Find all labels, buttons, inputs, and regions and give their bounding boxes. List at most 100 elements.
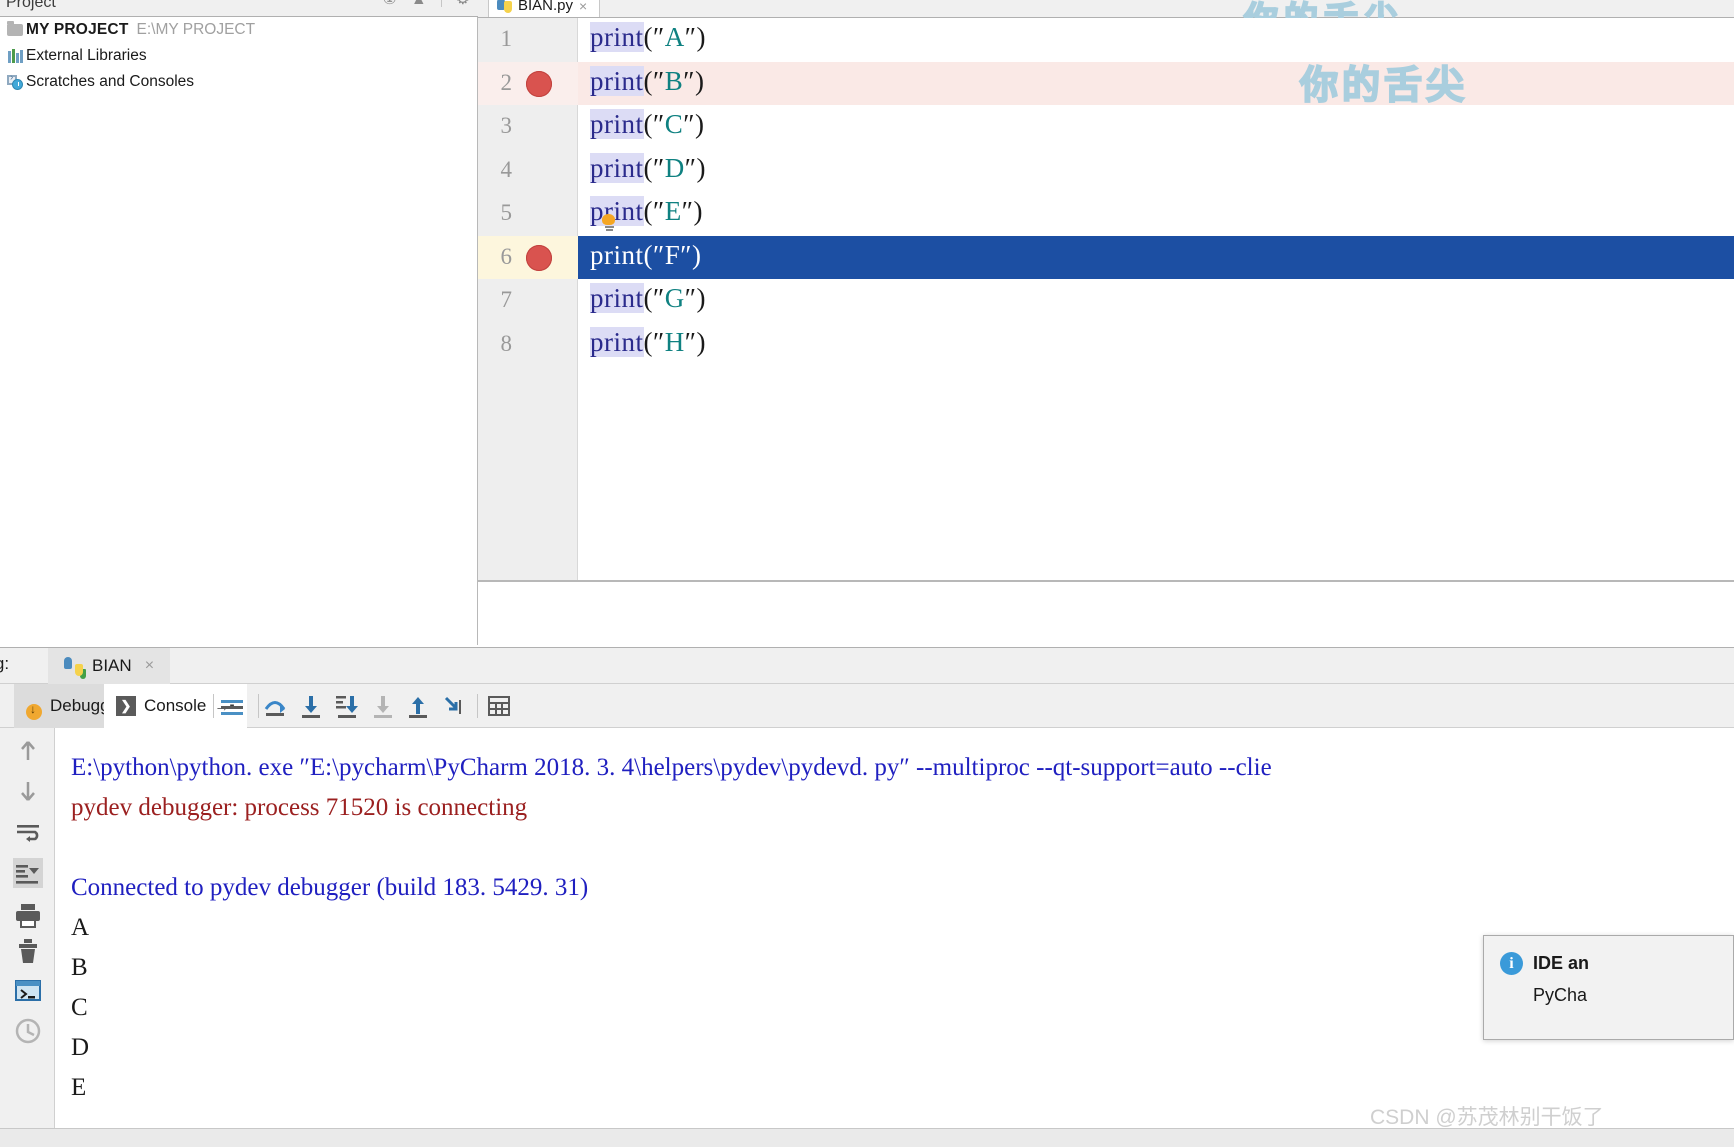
- string-literal: H: [664, 326, 685, 357]
- tree-item-my-project[interactable]: MY PROJECT E:\MY PROJECT: [0, 17, 478, 43]
- soft-wrap-icon[interactable]: [218, 692, 246, 720]
- notification-popup[interactable]: i IDE an PyCha: [1483, 935, 1734, 1040]
- console-icon: ❯: [116, 696, 136, 716]
- code-line[interactable]: 8 print(″H″): [478, 323, 1734, 367]
- line-code: print(″A″): [590, 22, 706, 53]
- force-step-into-icon[interactable]: [369, 692, 397, 720]
- tab-console-label: Console: [144, 696, 207, 715]
- paren-open: (″: [643, 65, 665, 96]
- code-line[interactable]: 3 print(″C″): [478, 105, 1734, 149]
- project-header-icon-group: ① ▲ ⚙: [382, 0, 470, 8]
- terminal-icon[interactable]: [13, 976, 43, 1006]
- lightbulb-icon[interactable]: [602, 214, 616, 231]
- csdn-watermark: CSDN @苏茂林别干饭了: [1370, 1106, 1604, 1129]
- scroll-down-icon[interactable]: [13, 776, 43, 806]
- breakpoint-icon[interactable]: [526, 70, 552, 97]
- close-icon[interactable]: ×: [145, 657, 154, 675]
- breakpoint-icon[interactable]: [526, 244, 552, 271]
- history-icon[interactable]: [13, 1016, 43, 1046]
- line-code: print(″B″): [590, 65, 705, 97]
- paren-close: ″): [684, 22, 706, 52]
- print-icon[interactable]: [13, 900, 43, 930]
- step-over-icon[interactable]: [261, 692, 289, 720]
- tree-item-scratches-and-consoles[interactable]: Scratches and Consoles: [0, 69, 478, 95]
- tree-item-label: MY PROJECT: [26, 21, 129, 38]
- console-line: D: [71, 1034, 90, 1061]
- project-tool-window: Project ① ▲ ⚙ MY PROJECT E:\MY PROJECT E…: [0, 0, 478, 645]
- clear-all-icon[interactable]: [13, 936, 43, 966]
- paren-open: (″: [643, 196, 665, 226]
- line-code: print(″G″): [590, 283, 706, 314]
- code-line[interactable]: 5 print(″E″): [478, 192, 1734, 236]
- string-literal: B: [664, 65, 684, 96]
- soft-wrap-lines-icon[interactable]: [13, 817, 43, 847]
- step-into-my-code-icon[interactable]: [333, 692, 361, 720]
- collapse-all-icon[interactable]: ①: [382, 0, 396, 8]
- toolbar-divider: [477, 694, 478, 718]
- run-to-cursor-icon[interactable]: [440, 692, 468, 720]
- debug-run-tab-bian[interactable]: BIAN ×: [48, 648, 171, 684]
- code-line-list: 1 print(″A″) 2 print(″B″) 3 print(″C″) 4…: [478, 18, 1734, 366]
- keyword-print: print: [590, 109, 644, 139]
- code-line[interactable]: 4 print(″D″): [478, 149, 1734, 193]
- editor-area: BIAN.py × 你的舌尖 你的舌尖 1 print(″A″) 2 print…: [478, 0, 1734, 580]
- string-literal: A: [664, 22, 685, 52]
- line-number: 1: [500, 26, 513, 51]
- project-panel-header: Project ① ▲ ⚙: [0, 0, 478, 17]
- hide-icon[interactable]: ▲: [411, 0, 427, 8]
- step-into-icon[interactable]: [297, 692, 325, 720]
- line-number: 8: [500, 330, 513, 356]
- debug-toolbar: Debugger ❯ Console →▪: [0, 684, 1734, 728]
- line-number: 3: [500, 113, 513, 138]
- string-literal: F: [664, 239, 681, 270]
- notification-header: i IDE an: [1484, 936, 1733, 975]
- pycharm-window: Project ① ▲ ⚙ MY PROJECT E:\MY PROJECT E…: [0, 0, 1734, 1147]
- project-panel-title[interactable]: Project: [6, 0, 56, 12]
- console-line: C: [71, 994, 88, 1021]
- string-literal: D: [664, 152, 685, 183]
- code-line-executing[interactable]: 6 print(″F″): [478, 235, 1734, 279]
- line-code: print(″F″): [590, 240, 702, 271]
- paren-close: ″): [683, 65, 705, 96]
- code-line[interactable]: 1 print(″A″): [478, 18, 1734, 62]
- paren-open: (″: [643, 283, 665, 313]
- code-line[interactable]: 7 print(″G″): [478, 279, 1734, 323]
- scroll-up-icon[interactable]: [13, 736, 43, 766]
- keyword-print: print: [590, 152, 644, 183]
- scratches-icon: [4, 72, 26, 90]
- console-side-toolbar: [0, 728, 55, 1147]
- line-code: print(″D″): [590, 152, 706, 184]
- toolbar-divider: [258, 694, 259, 718]
- evaluate-expression-icon[interactable]: [485, 692, 513, 720]
- editor-tab-bian-py[interactable]: BIAN.py ×: [488, 0, 601, 17]
- scroll-to-end-icon[interactable]: [13, 858, 43, 888]
- line-number: 7: [500, 287, 513, 312]
- library-icon: [4, 49, 26, 63]
- tree-item-external-libraries[interactable]: External Libraries: [0, 43, 478, 69]
- settings-icon[interactable]: ⚙: [456, 0, 470, 8]
- tree-item-path: E:\MY PROJECT: [136, 21, 256, 38]
- paren-close: ″): [680, 239, 702, 270]
- toolbar-divider: [213, 694, 214, 718]
- paren-open: (″: [643, 152, 665, 183]
- console-line: E: [71, 1074, 87, 1101]
- paren-close: ″): [684, 283, 706, 313]
- keyword-print: print: [590, 22, 644, 52]
- notification-title: IDE an: [1533, 953, 1590, 973]
- info-icon: i: [1500, 952, 1523, 975]
- toolbar-divider: [440, 0, 442, 7]
- keyword-print: print: [590, 65, 644, 96]
- string-literal: E: [664, 196, 682, 226]
- string-literal: C: [664, 109, 684, 139]
- folder-icon: [4, 21, 26, 36]
- debug-tabbar: bug: BIAN ×: [0, 648, 1734, 684]
- code-editor[interactable]: 你的舌尖 1 print(″A″) 2 print(″B″) 3 print(″…: [478, 18, 1734, 580]
- editor-tab-label: BIAN.py: [518, 0, 574, 14]
- console-line: A: [71, 914, 90, 941]
- step-out-icon[interactable]: [404, 692, 432, 720]
- paren-open: (″: [643, 239, 665, 270]
- console-line: B: [71, 954, 88, 981]
- close-icon[interactable]: ×: [579, 0, 587, 14]
- code-line[interactable]: 2 print(″B″): [478, 61, 1734, 105]
- keyword-print: print: [590, 196, 644, 226]
